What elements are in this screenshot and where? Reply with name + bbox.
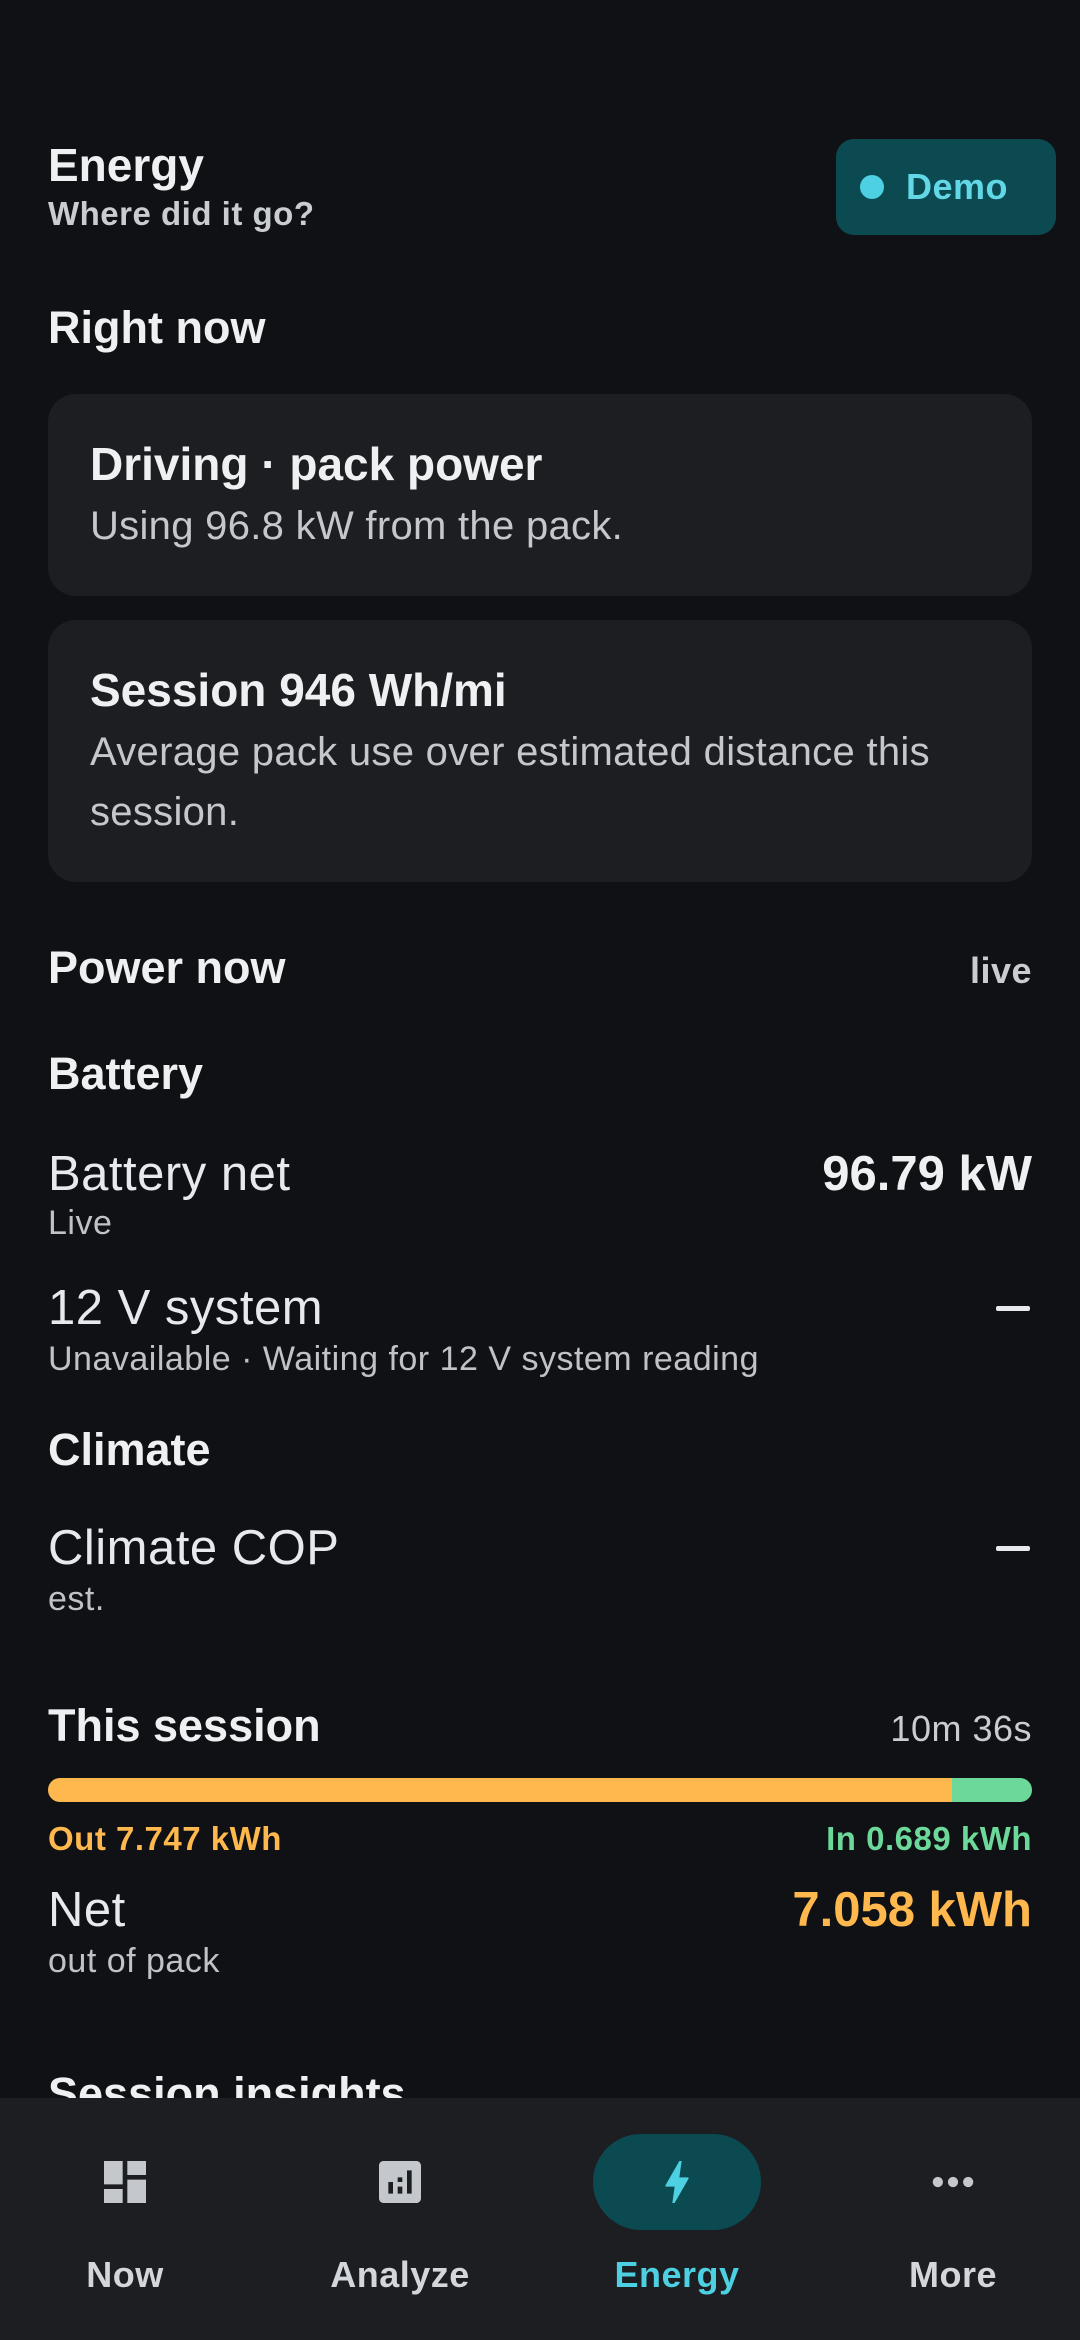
energy-out-label: Out 7.747 kWh [48, 1820, 282, 1857]
demo-chip-label: Demo [906, 166, 1009, 207]
nav-label: Analyze [330, 2254, 470, 2295]
insight-card-session-efficiency[interactable]: Session 946 Wh/mi Average pack use over … [48, 620, 1032, 882]
nav-label: More [908, 2254, 997, 2295]
nav-icon-container [41, 2134, 209, 2230]
climate-cop-sub: est. [48, 1580, 105, 1618]
demo-mode-chip[interactable]: Demo [836, 139, 1056, 235]
battery-net-label: Battery net [48, 1147, 291, 1201]
nav-icon-container [869, 2134, 1037, 2230]
page-header: Energy Where did it go? [48, 138, 314, 234]
section-title-session-insights: Session insights [48, 2068, 406, 2098]
nav-icon-container [316, 2134, 484, 2230]
nav-label: Energy [614, 2254, 740, 2295]
net-energy-value: 7.058 kWh [792, 1883, 1032, 1937]
card-body: Average pack use over estimated distance… [90, 730, 930, 834]
section-title-power-now: Power now [48, 942, 286, 993]
status-dot-icon [860, 175, 884, 199]
battery-net-sub: Live [48, 1204, 113, 1242]
page-subtitle: Where did it go? [48, 195, 315, 232]
nav-item-analyze[interactable]: Analyze [300, 2134, 500, 2304]
energy-in-segment [951, 1778, 1032, 1802]
subsection-title-climate: Climate [48, 1424, 211, 1475]
card-title: Driving · pack power [90, 438, 543, 490]
bolt-icon [665, 2161, 689, 2203]
insight-card-driving[interactable]: Driving · pack power Using 96.8 kW from … [48, 394, 1032, 596]
bottom-navigation: Now Analyze Energy More [0, 2098, 1080, 2340]
12v-system-sub: Unavailable · Waiting for 12 V system re… [48, 1340, 759, 1378]
card-body: Using 96.8 kW from the pack. [90, 504, 624, 548]
nav-label: Now [86, 2254, 164, 2295]
live-status-label: live [969, 950, 1032, 991]
dashboard-icon [104, 2161, 146, 2203]
battery-net-value: 96.79 kW [822, 1147, 1032, 1201]
session-energy-bar [48, 1778, 1032, 1802]
section-title-this-session: This session [48, 1700, 321, 1751]
net-energy-sub: out of pack [48, 1942, 220, 1980]
12v-system-value-unavailable [996, 1306, 1030, 1311]
card-title: Session 946 Wh/mi [90, 664, 507, 716]
energy-out-segment [48, 1778, 952, 1802]
energy-in-label: In 0.689 kWh [826, 1820, 1032, 1857]
more-horiz-icon [932, 2176, 974, 2188]
nav-icon-container [593, 2134, 761, 2230]
session-duration: 10m 36s [890, 1708, 1032, 1749]
bar-chart-icon [379, 2161, 421, 2203]
nav-item-now[interactable]: Now [25, 2134, 225, 2304]
section-title-right-now: Right now [48, 302, 266, 353]
nav-item-more[interactable]: More [853, 2134, 1053, 2304]
page-title: Energy [48, 139, 204, 191]
subsection-title-battery: Battery [48, 1048, 204, 1099]
12v-system-label: 12 V system [48, 1281, 324, 1335]
nav-item-energy[interactable]: Energy [577, 2134, 777, 2304]
climate-cop-value-unavailable [996, 1546, 1030, 1551]
energy-screen[interactable]: Energy Where did it go? Demo Right now D… [0, 0, 1080, 2098]
climate-cop-label: Climate COP [48, 1521, 340, 1575]
net-energy-label: Net [48, 1883, 126, 1937]
